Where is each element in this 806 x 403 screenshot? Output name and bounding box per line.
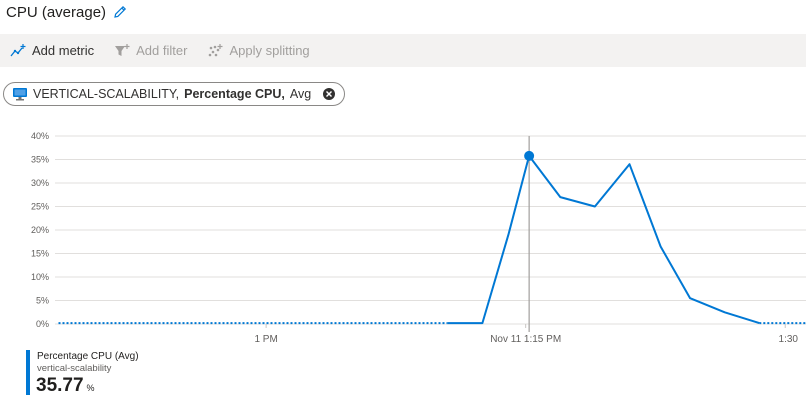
chart-title: CPU (average)	[6, 3, 107, 21]
x-tick-label: Nov 11 1:15 PM	[490, 334, 561, 345]
x-tick-label: 1 PM	[254, 334, 277, 345]
splitting-icon	[209, 43, 223, 56]
legend-value: 35.77%	[36, 375, 95, 397]
apply-splitting-label: Apply splitting	[229, 43, 310, 58]
add-metric-icon	[10, 43, 26, 56]
pencil-icon[interactable]	[112, 4, 128, 20]
legend-color-bar	[26, 350, 30, 395]
chart-header: CPU (average)	[6, 2, 128, 22]
filter-icon	[115, 43, 130, 56]
series-line	[447, 154, 760, 325]
cpu-line-chart[interactable]: 0% 5% 10% 15% 20% 25% 30% 35% 40% 1 PM Nov 11 1:15…	[0, 120, 806, 350]
hover-point	[524, 150, 535, 161]
x-tick-label: 1:30	[779, 334, 799, 345]
pill-resource: VERTICAL-SCALABILITY,	[33, 87, 180, 101]
add-metric-label: Add metric	[32, 43, 95, 58]
y-tick-label: 25%	[31, 202, 49, 212]
add-filter-label: Add filter	[136, 43, 188, 58]
metric-pill[interactable]: VERTICAL-SCALABILITY, Percentage CPU, Av…	[3, 82, 346, 106]
add-metric-button[interactable]: Add metric	[10, 43, 94, 59]
y-tick-label: 15%	[31, 249, 49, 259]
chart-toolbar: Add metric Add filter Apply splitting	[0, 34, 806, 67]
legend-resource: vertical-scalability	[37, 363, 112, 374]
y-tick-label: 0%	[36, 319, 49, 329]
pill-metric: Percentage CPU,	[184, 87, 285, 101]
y-tick-label: 30%	[31, 178, 49, 188]
y-tick-label: 20%	[31, 225, 49, 235]
legend-unit: %	[86, 383, 95, 393]
apply-splitting-button[interactable]: Apply splitting	[207, 43, 310, 59]
pill-aggregation: Avg	[289, 87, 312, 101]
legend-metric-name: Percentage CPU (Avg)	[37, 351, 139, 362]
legend-value-number: 35.77	[36, 375, 84, 396]
y-tick-label: 40%	[31, 131, 49, 141]
y-tick-label: 10%	[31, 272, 49, 282]
close-icon[interactable]	[322, 87, 336, 101]
y-tick-label: 5%	[36, 296, 49, 306]
add-filter-button[interactable]: Add filter	[114, 43, 187, 59]
virtual-machine-icon	[13, 88, 27, 101]
y-tick-label: 35%	[31, 155, 49, 165]
